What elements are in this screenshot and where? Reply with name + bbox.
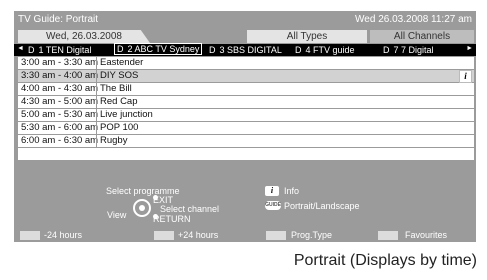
programme-time: 4:30 am - 5:00 am	[21, 96, 99, 107]
channel-1[interactable]: D1 TEN Digital	[28, 44, 91, 56]
programme-row[interactable]: 6:00 am - 6:30 am Rugby	[18, 135, 474, 147]
programme-title: DIY SOS	[100, 70, 139, 81]
channel-label: 3 SBS DIGITAL	[219, 45, 282, 55]
programme-row-selected[interactable]: 3:30 am - 4:00 am DIY SOS i	[18, 70, 474, 83]
programme-row[interactable]: 5:30 am - 6:00 am POP 100	[18, 122, 474, 134]
channel-4[interactable]: D4 FTV guide	[295, 44, 355, 56]
red-key-icon[interactable]	[20, 231, 40, 240]
blue-key-icon[interactable]	[378, 231, 398, 240]
programme-row[interactable]: 4:00 am - 4:30 am The Bill	[18, 83, 474, 95]
channel-label: 1 TEN Digital	[38, 45, 92, 55]
help-select-channel: Select channel	[160, 204, 220, 214]
programme-time: 6:00 am - 6:30 am	[21, 135, 99, 146]
channel-digital-prefix: D	[28, 45, 35, 55]
programme-time: 5:30 am - 6:00 am	[21, 122, 99, 133]
column-divider	[96, 135, 97, 147]
help-info: Info	[284, 186, 300, 196]
title-bar: TV Guide: Portrait Wed 26.03.2008 11:27 …	[14, 11, 476, 29]
channel-left-arrow-icon[interactable]: ◄	[17, 45, 24, 52]
programme-title: Live junction	[100, 109, 153, 120]
guide-key-icon: GUIDE	[265, 201, 281, 210]
column-divider	[96, 96, 97, 108]
channel-label: 7 7 Digital	[393, 45, 434, 55]
channel-right-arrow-icon[interactable]: ►	[466, 45, 473, 52]
info-icon[interactable]: i	[459, 70, 472, 83]
filter-tabs: Wed, 26.03.2008 All Types All Channels	[14, 30, 476, 43]
column-divider	[96, 109, 97, 121]
channel-label: 2 ABC TV Sydney	[127, 44, 200, 54]
yellow-key-icon[interactable]	[266, 231, 286, 240]
programme-title: Rugby	[100, 135, 128, 146]
tab-date[interactable]: Wed, 26.03.2008	[18, 30, 150, 43]
channel-digital-prefix: D	[117, 44, 124, 54]
tv-guide-screen: TV Guide: Portrait Wed 26.03.2008 11:27 …	[14, 11, 476, 242]
programme-title: The Bill	[100, 83, 132, 94]
app-title: TV Guide: Portrait	[18, 14, 99, 25]
programme-time: 3:00 am - 3:30 am	[21, 57, 99, 68]
programme-row-empty[interactable]	[18, 148, 474, 160]
programme-time: 3:30 am - 4:00 am	[21, 70, 99, 81]
help-return-label: RETURN	[153, 214, 191, 224]
green-key-icon[interactable]	[154, 231, 174, 240]
programme-time: 4:00 am - 4:30 am	[21, 83, 99, 94]
programme-title: Eastender	[100, 57, 144, 68]
channel-digital-prefix: D	[383, 45, 390, 55]
channel-2-selected[interactable]: D2 ABC TV Sydney	[114, 43, 203, 55]
channel-3[interactable]: D3 SBS DIGITAL	[209, 44, 282, 56]
help-portrait-landscape: Portrait/Landscape	[284, 201, 360, 211]
info-key-icon: i	[265, 186, 279, 196]
help-legend: Select programme View EXIT Select channe…	[14, 185, 476, 231]
current-datetime: Wed 26.03.2008 11:27 am	[355, 14, 472, 25]
figure-caption: Portrait (Displays by time)	[293, 252, 477, 269]
programme-row[interactable]: 4:30 am - 5:00 am Red Cap	[18, 96, 474, 108]
footer-favourites[interactable]: Favourites	[405, 230, 447, 241]
tab-all-channels[interactable]: All Channels	[370, 30, 474, 43]
dpad-icon	[133, 199, 151, 217]
programme-title: Red Cap	[100, 96, 138, 107]
footer-plus-24-hours[interactable]: +24 hours	[178, 230, 218, 241]
channel-digital-prefix: D	[295, 45, 302, 55]
color-key-bar: -24 hours +24 hours Prog.Type Favourites	[14, 230, 476, 241]
programme-row[interactable]: 5:00 am - 5:30 am Live junction	[18, 109, 474, 121]
column-divider	[96, 57, 97, 69]
channel-digital-prefix: D	[209, 45, 216, 55]
channel-bar: ◄ D1 TEN Digital D2 ABC TV Sydney D3 SBS…	[14, 43, 476, 56]
channel-label: 4 FTV guide	[305, 45, 355, 55]
help-view: View	[107, 210, 127, 220]
column-divider	[96, 122, 97, 134]
programme-title: POP 100	[100, 122, 139, 133]
channel-5[interactable]: D7 7 Digital	[383, 44, 434, 56]
programme-row[interactable]: 3:00 am - 3:30 am Eastender	[18, 57, 474, 69]
column-divider	[96, 83, 97, 95]
programme-time: 5:00 am - 5:30 am	[21, 109, 99, 120]
programme-list: 3:00 am - 3:30 am Eastender 3:30 am - 4:…	[18, 57, 474, 161]
footer-minus-24-hours[interactable]: -24 hours	[44, 230, 82, 241]
footer-prog-type[interactable]: Prog.Type	[291, 230, 332, 241]
column-divider	[96, 70, 97, 82]
tab-all-types[interactable]: All Types	[247, 30, 367, 43]
